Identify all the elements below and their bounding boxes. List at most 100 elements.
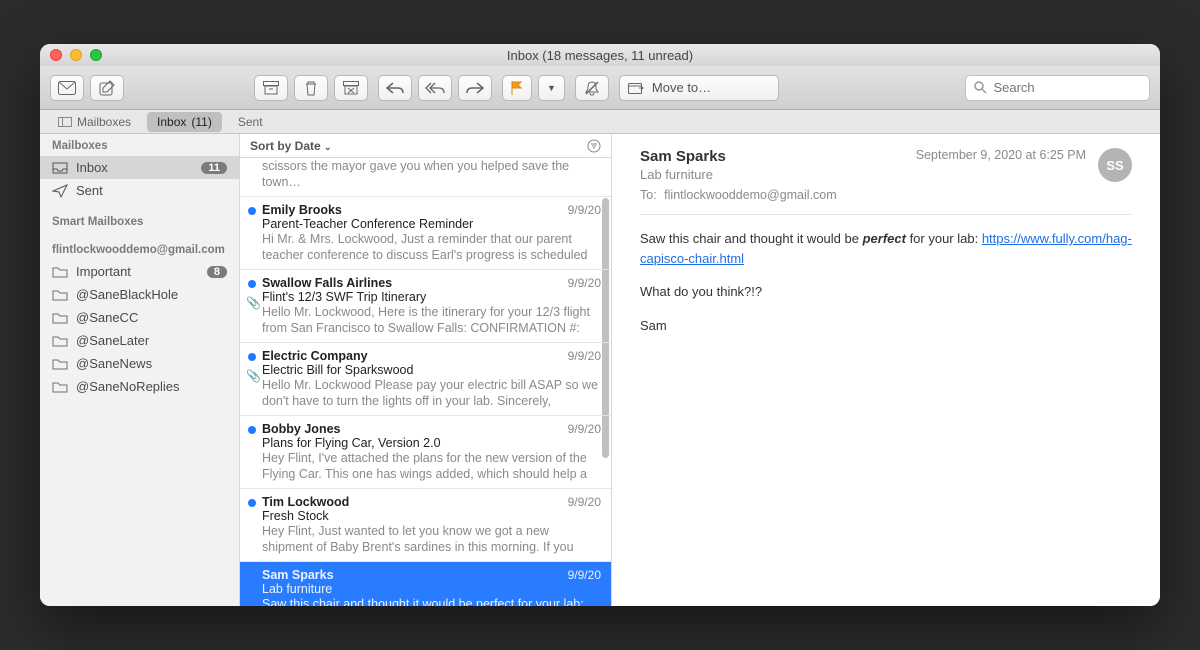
message-date: 9/9/20 xyxy=(568,422,601,436)
window-title: Inbox (18 messages, 11 unread) xyxy=(40,48,1160,63)
folder-icon xyxy=(52,381,68,393)
reader-to-label: To: xyxy=(640,188,657,202)
search-input[interactable] xyxy=(993,80,1141,95)
message-list-column: Sort by Date ⌄ scissors the mayor gave y… xyxy=(240,134,612,606)
unread-dot-icon xyxy=(248,280,256,288)
sidebar-inbox-count: 11 xyxy=(201,162,227,174)
delete-button[interactable] xyxy=(294,75,328,101)
body-text: for your lab: xyxy=(906,231,982,246)
tab-inbox-count: (11) xyxy=(191,115,211,129)
sidebar-folder-label: @SaneCC xyxy=(76,310,138,325)
message-from: Swallow Falls Airlines xyxy=(262,276,601,290)
unread-dot-icon xyxy=(248,207,256,215)
sidebar-header-smart: Smart Mailboxes xyxy=(40,210,239,232)
search-icon xyxy=(974,81,987,94)
sidebar-folder[interactable]: @SaneCC xyxy=(40,306,239,329)
message-date: 9/9/20 xyxy=(568,203,601,217)
sidebar-folder[interactable]: @SaneLater xyxy=(40,329,239,352)
filter-icon[interactable] xyxy=(587,139,601,153)
tab-mailboxes-label: Mailboxes xyxy=(77,115,131,129)
window-controls xyxy=(50,49,102,61)
message-row-selected[interactable]: Sam Sparks9/9/20Lab furnitureSaw this ch… xyxy=(240,562,611,606)
tab-sent-label: Sent xyxy=(238,115,263,129)
sidebar-folder[interactable]: @SaneNews xyxy=(40,352,239,375)
message-preview: Saw this chair and thought it would be p… xyxy=(262,596,601,606)
message-from: Tim Lockwood xyxy=(262,495,601,509)
reader-timestamp: September 9, 2020 at 6:25 PM xyxy=(916,148,1086,162)
close-window-button[interactable] xyxy=(50,49,62,61)
sidebar-account[interactable]: flintlockwooddemo@gmail.com xyxy=(40,238,239,260)
unread-dot-icon xyxy=(248,499,256,507)
body-emphasis: perfect xyxy=(863,231,906,246)
archive-button[interactable] xyxy=(254,75,288,101)
sidebar-header-mailboxes: Mailboxes xyxy=(40,134,239,156)
flag-button[interactable] xyxy=(502,75,532,101)
reply-all-button[interactable] xyxy=(418,75,452,101)
message-from: Emily Brooks xyxy=(262,203,601,217)
attachment-icon: 📎 xyxy=(246,296,261,310)
sidebar-sent-label: Sent xyxy=(76,183,103,198)
search-field[interactable] xyxy=(965,75,1150,101)
avatar: SS xyxy=(1098,148,1132,182)
sidebar-folder-label: @SaneNoReplies xyxy=(76,379,180,394)
sidebar-folder[interactable]: Important8 xyxy=(40,260,239,283)
message-from: Bobby Jones xyxy=(262,422,601,436)
sidebar-inbox-label: Inbox xyxy=(76,160,108,175)
message-preview: Hello Mr. Lockwood, Here is the itinerar… xyxy=(262,304,601,336)
sent-icon xyxy=(52,184,68,198)
sidebar-folder[interactable]: @SaneBlackHole xyxy=(40,283,239,306)
message-preview: Hey Flint, I've attached the plans for t… xyxy=(262,450,601,482)
junk-button[interactable] xyxy=(334,75,368,101)
unread-dot-icon xyxy=(248,426,256,434)
sidebar-folder-label: @SaneNews xyxy=(76,356,152,371)
message-date: 9/9/20 xyxy=(568,495,601,509)
compose-button[interactable] xyxy=(90,75,124,101)
sort-label: Sort by Date xyxy=(250,139,321,153)
move-to-dropdown[interactable]: Move to… xyxy=(619,75,779,101)
folder-icon xyxy=(52,289,68,301)
body-text: What do you think?!? xyxy=(640,282,1132,302)
reader-body: Saw this chair and thought it would be p… xyxy=(640,229,1132,335)
message-row[interactable]: Emily Brooks9/9/20Parent-Teacher Confere… xyxy=(240,197,611,270)
body-text: Saw this chair and thought it would be xyxy=(640,231,863,246)
message-preview: scissors the mayor gave you when you hel… xyxy=(262,158,601,190)
sidebar-item-inbox[interactable]: Inbox 11 xyxy=(40,156,239,179)
message-row[interactable]: scissors the mayor gave you when you hel… xyxy=(240,158,611,197)
message-row[interactable]: 📎Electric Company9/9/20Electric Bill for… xyxy=(240,343,611,416)
inbox-icon xyxy=(52,162,68,174)
chevron-down-icon: ⌄ xyxy=(324,142,332,152)
tab-sent[interactable]: Sent xyxy=(228,112,273,132)
message-row[interactable]: Bobby Jones9/9/20Plans for Flying Car, V… xyxy=(240,416,611,489)
reply-button[interactable] xyxy=(378,75,412,101)
chevron-down-icon: ▼ xyxy=(547,83,556,93)
message-preview: Hey Flint, Just wanted to let you know w… xyxy=(262,523,601,555)
message-row[interactable]: 📎Swallow Falls Airlines9/9/20Flint's 12/… xyxy=(240,270,611,343)
mail-window: Inbox (18 messages, 11 unread) xyxy=(40,44,1160,606)
reader-pane: Sam Sparks Lab furniture To: flintlockwo… xyxy=(612,134,1160,606)
reader-to-address[interactable]: flintlockwooddemo@gmail.com xyxy=(664,188,836,202)
message-list[interactable]: scissors the mayor gave you when you hel… xyxy=(240,158,611,606)
mute-button[interactable] xyxy=(575,75,609,101)
reader-from: Sam Sparks xyxy=(640,148,837,165)
message-subject: Fresh Stock xyxy=(262,509,601,523)
message-subject: Electric Bill for Sparkswood xyxy=(262,363,601,377)
message-row[interactable]: Tim Lockwood9/9/20Fresh StockHey Flint, … xyxy=(240,489,611,562)
minimize-window-button[interactable] xyxy=(70,49,82,61)
zoom-window-button[interactable] xyxy=(90,49,102,61)
message-preview: Hello Mr. Lockwood Please pay your elect… xyxy=(262,377,601,409)
flag-menu-button[interactable]: ▼ xyxy=(538,75,565,101)
tab-mailboxes[interactable]: Mailboxes xyxy=(48,112,141,132)
sort-bar[interactable]: Sort by Date ⌄ xyxy=(240,134,611,158)
forward-button[interactable] xyxy=(458,75,492,101)
sidebar-folder[interactable]: @SaneNoReplies xyxy=(40,375,239,398)
sidebar: Mailboxes Inbox 11 Sent Smart Mailboxes … xyxy=(40,134,240,606)
message-preview: Hi Mr. & Mrs. Lockwood, Just a reminder … xyxy=(262,231,601,263)
toolbar: ▼ Move to… xyxy=(40,66,1160,110)
message-date: 9/9/20 xyxy=(568,276,601,290)
sidebar-item-sent[interactable]: Sent xyxy=(40,179,239,202)
get-mail-button[interactable] xyxy=(50,75,84,101)
main-split: Mailboxes Inbox 11 Sent Smart Mailboxes … xyxy=(40,134,1160,606)
message-from: Sam Sparks xyxy=(262,568,601,582)
tab-inbox[interactable]: Inbox (11) xyxy=(147,112,222,132)
sidebar-toggle-icon xyxy=(58,117,72,127)
